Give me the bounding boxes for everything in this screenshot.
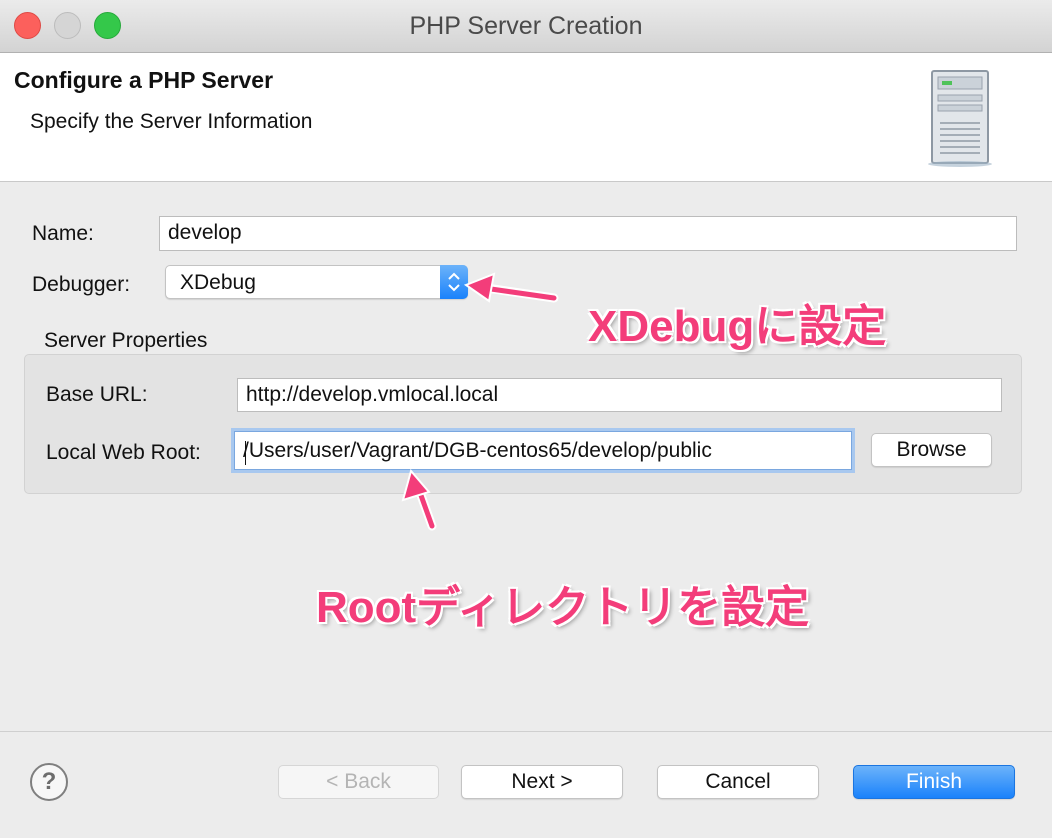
browse-button[interactable]: Browse [871, 433, 992, 467]
page-description: Specify the Server Information [30, 110, 313, 133]
root-annotation: Rootディレクトリを設定 [316, 583, 810, 632]
local-web-root-label: Local Web Root: [46, 441, 201, 464]
arrow-to-debugger-icon [463, 272, 559, 303]
next-button[interactable]: Next > [461, 765, 623, 799]
finish-button[interactable]: Finish [853, 765, 1015, 799]
debugger-selected-value: XDebug [180, 271, 256, 294]
help-icon[interactable]: ? [30, 763, 68, 801]
local-web-root-input[interactable]: /Users/user/Vagrant/DGB-centos65/develop… [234, 431, 852, 470]
debugger-label: Debugger: [32, 273, 131, 296]
debugger-annotation: XDebugに設定 [588, 302, 887, 351]
text-cursor [245, 441, 246, 465]
name-input[interactable]: develop [159, 216, 1017, 251]
name-label: Name: [32, 222, 94, 245]
cancel-button[interactable]: Cancel [657, 765, 819, 799]
title-bar[interactable]: PHP Server Creation [0, 0, 1052, 53]
window-title: PHP Server Creation [409, 12, 643, 40]
wizard-header: Configure a PHP Server Specify the Serve… [0, 53, 1052, 182]
base-url-label: Base URL: [46, 383, 148, 406]
footer-divider [0, 731, 1052, 732]
back-button[interactable]: < Back [278, 765, 439, 799]
server-icon [928, 70, 992, 167]
debugger-select[interactable]: XDebug [165, 265, 468, 299]
arrow-to-web-root-icon [401, 468, 437, 531]
php-server-creation-dialog: PHP Server Creation Configure a PHP Serv… [0, 0, 1052, 838]
base-url-input[interactable]: http://develop.vmlocal.local [237, 378, 1002, 412]
server-properties-group [24, 354, 1022, 494]
server-properties-title: Server Properties [44, 329, 208, 352]
page-title: Configure a PHP Server [14, 67, 274, 93]
